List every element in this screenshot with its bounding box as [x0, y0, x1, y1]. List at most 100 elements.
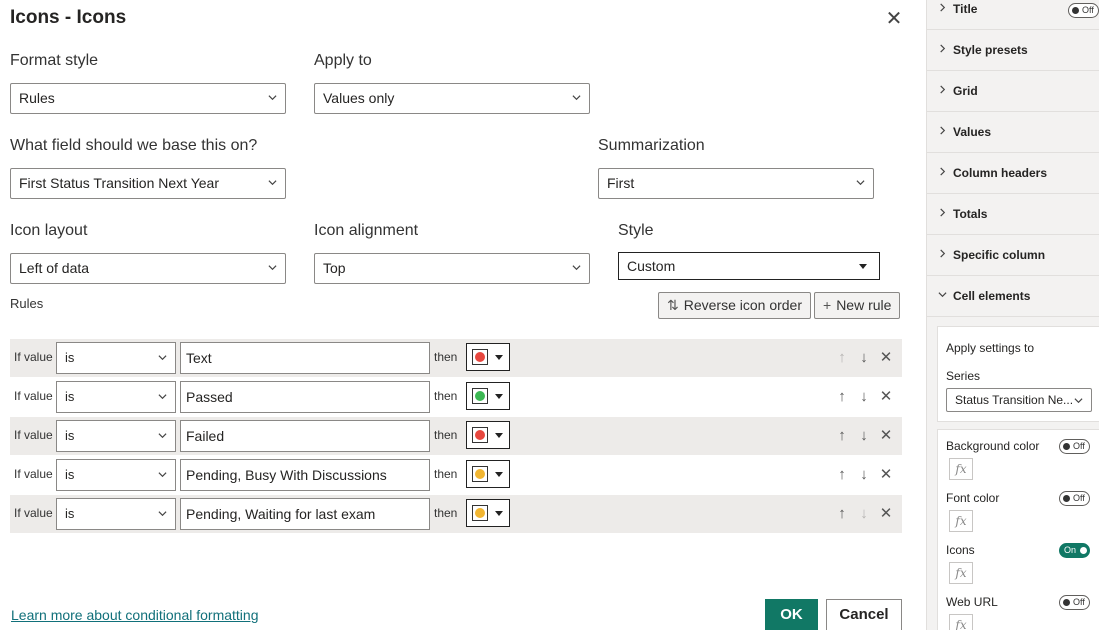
delete-rule-icon[interactable]: ✕: [878, 349, 894, 367]
rule-icon-picker[interactable]: [466, 499, 510, 527]
caret-down-icon: [495, 394, 503, 399]
move-down-icon[interactable]: ↓: [856, 388, 872, 406]
base-field-value: First Status Transition Next Year: [19, 175, 219, 191]
toggle-knob: [1063, 599, 1070, 606]
style-dropdown[interactable]: Custom: [618, 252, 880, 280]
toggle-text: On: [1064, 545, 1077, 555]
rule-operator-value: is: [65, 467, 75, 482]
rule-then-label: then: [434, 506, 458, 520]
format-style-dropdown[interactable]: Rules: [10, 83, 286, 114]
rule-then-label: then: [434, 350, 458, 364]
move-up-icon[interactable]: ↑: [834, 349, 850, 367]
rule-value-input[interactable]: Pending, Busy With Discussions: [180, 459, 430, 491]
rule-operator-dropdown[interactable]: is: [56, 381, 176, 413]
apply-to-label: Apply to: [314, 52, 372, 69]
move-down-icon[interactable]: ↓: [856, 466, 872, 484]
close-icon[interactable]: ✕: [884, 9, 904, 29]
title-toggle[interactable]: Off: [1068, 3, 1099, 18]
plus-icon: +: [823, 297, 832, 313]
icon-layout-dropdown[interactable]: Left of data: [10, 253, 286, 284]
reverse-icon-order-button[interactable]: ⇅ Reverse icon order: [658, 292, 812, 319]
chevron-down-icon: [572, 93, 581, 102]
icon-swatch: [472, 466, 488, 482]
pane-section-totals[interactable]: Totals: [927, 194, 1099, 235]
conditional-format-dialog: Icons - Icons ✕ Format style Rules Apply…: [0, 0, 926, 630]
rule-then-label: then: [434, 428, 458, 442]
pane-section-cell-elements[interactable]: Cell elements: [927, 276, 1099, 317]
rule-operator-dropdown[interactable]: is: [56, 420, 176, 452]
series-dropdown[interactable]: Status Transition Ne...: [946, 388, 1092, 412]
summarization-label: Summarization: [598, 137, 705, 154]
move-up-icon[interactable]: ↑: [834, 505, 850, 523]
rule-operator-value: is: [65, 428, 75, 443]
fx-button[interactable]: fx: [949, 458, 973, 480]
rule-icon-picker[interactable]: [466, 343, 510, 371]
fx-button[interactable]: fx: [949, 614, 973, 630]
pane-section-style-presets[interactable]: Style presets: [927, 30, 1099, 71]
rule-operator-dropdown[interactable]: is: [56, 498, 176, 530]
series-label: Series: [946, 369, 981, 383]
circle-icon: [475, 391, 485, 401]
rule-value-input[interactable]: Failed: [180, 420, 430, 452]
base-field-dropdown[interactable]: First Status Transition Next Year: [10, 168, 286, 199]
rule-value-input[interactable]: Text: [180, 342, 430, 374]
pane-section-label: Values: [953, 125, 992, 139]
learn-more-link[interactable]: Learn more about conditional formatting: [11, 607, 258, 623]
rule-if-label: If value: [14, 428, 53, 442]
chevron-right-icon: [938, 85, 947, 94]
circle-icon: [475, 508, 485, 518]
ok-button[interactable]: OK: [765, 599, 818, 630]
pane-section-values[interactable]: Values: [927, 112, 1099, 153]
rule-icon-picker[interactable]: [466, 460, 510, 488]
pane-section-column-headers[interactable]: Column headers: [927, 153, 1099, 194]
delete-rule-icon[interactable]: ✕: [878, 466, 894, 484]
delete-rule-icon[interactable]: ✕: [878, 505, 894, 523]
cell-element-label: Icons: [946, 543, 975, 557]
icon-alignment-dropdown[interactable]: Top: [314, 253, 590, 284]
chevron-down-icon: [158, 431, 167, 440]
rule-operator-value: is: [65, 350, 75, 365]
reverse-icon-order-label: Reverse icon order: [683, 297, 803, 313]
move-down-icon[interactable]: ↓: [856, 505, 872, 523]
pane-section-label: Style presets: [953, 43, 1028, 57]
apply-settings-label: Apply settings to: [946, 341, 1035, 355]
move-down-icon[interactable]: ↓: [856, 427, 872, 445]
cell-element-toggle[interactable]: Off: [1059, 439, 1090, 454]
chevron-right-icon: [938, 126, 947, 135]
toggle-knob: [1072, 7, 1079, 14]
apply-to-value: Values only: [323, 90, 395, 106]
apply-to-dropdown[interactable]: Values only: [314, 83, 590, 114]
pane-section-specific-column[interactable]: Specific column: [927, 235, 1099, 276]
rule-icon-picker[interactable]: [466, 382, 510, 410]
cell-element-toggle[interactable]: Off: [1059, 595, 1090, 610]
rule-operator-dropdown[interactable]: is: [56, 459, 176, 491]
toggle-text: Off: [1073, 493, 1085, 503]
caret-down-icon: [859, 264, 867, 269]
move-up-icon[interactable]: ↑: [834, 427, 850, 445]
chevron-down-icon: [856, 178, 865, 187]
new-rule-button[interactable]: + New rule: [814, 292, 901, 319]
circle-icon: [475, 469, 485, 479]
cancel-button[interactable]: Cancel: [826, 599, 902, 630]
rule-icon-picker[interactable]: [466, 421, 510, 449]
cell-element-toggle[interactable]: Off: [1059, 491, 1090, 506]
summarization-value: First: [607, 175, 635, 191]
move-up-icon[interactable]: ↑: [834, 466, 850, 484]
fx-button[interactable]: fx: [949, 562, 973, 584]
summarization-dropdown[interactable]: First: [598, 168, 874, 199]
fx-button[interactable]: fx: [949, 510, 973, 532]
chevron-right-icon: [938, 167, 947, 176]
pane-section-title[interactable]: Title Off: [927, 0, 1099, 30]
move-up-icon[interactable]: ↑: [834, 388, 850, 406]
pane-section-label: Cell elements: [953, 289, 1031, 303]
delete-rule-icon[interactable]: ✕: [878, 427, 894, 445]
cell-element-toggle[interactable]: On: [1059, 543, 1090, 558]
move-down-icon[interactable]: ↓: [856, 349, 872, 367]
rule-value-input[interactable]: Pending, Waiting for last exam: [180, 498, 430, 530]
pane-section-grid[interactable]: Grid: [927, 71, 1099, 112]
chevron-down-icon: [158, 509, 167, 518]
base-field-label: What field should we base this on?: [10, 137, 258, 154]
delete-rule-icon[interactable]: ✕: [878, 388, 894, 406]
rule-value-input[interactable]: Passed: [180, 381, 430, 413]
rule-operator-dropdown[interactable]: is: [56, 342, 176, 374]
